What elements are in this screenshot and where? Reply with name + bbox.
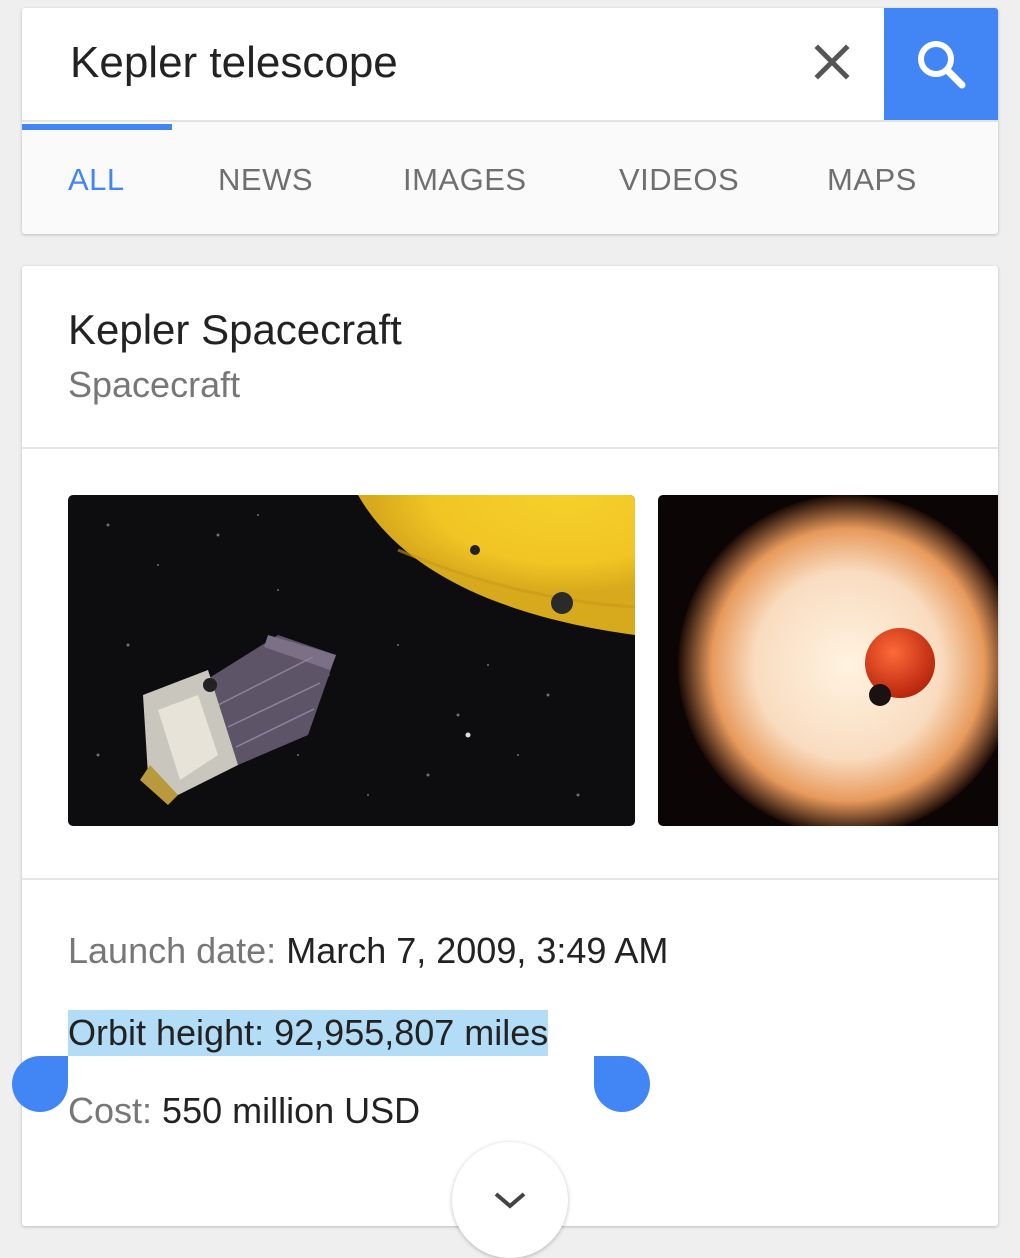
tab-maps[interactable]: MAPS [827,162,917,198]
divider [22,878,998,880]
launch-date-value: March 7, 2009, 3:49 AM [286,930,669,971]
close-icon [814,44,850,80]
cost-value: 550 million USD [162,1090,421,1131]
expand-more-button[interactable] [452,1142,568,1258]
entity-subtitle: Spacecraft [68,364,241,405]
clear-search-button[interactable] [808,38,856,86]
star-illustration [658,495,998,826]
launch-date-label: Launch date: [68,930,277,971]
search-bar [22,8,998,122]
active-tab-indicator [22,124,172,130]
search-tabs: ALL NEWS IMAGES VIDEOS MAPS [22,122,998,234]
search-icon [918,41,966,89]
orbit-height-label: Orbit height: [68,1012,265,1053]
selection-handle-start[interactable] [12,1056,68,1112]
search-input[interactable] [70,38,770,88]
cost-label: Cost: [68,1090,153,1131]
tab-news[interactable]: NEWS [218,162,313,198]
divider [22,447,998,449]
red-planet-star-image[interactable] [658,495,998,826]
launch-date-fact: Launch date: March 7, 2009, 3:49 AM [68,930,668,972]
search-header: ALL NEWS IMAGES VIDEOS MAPS [22,8,998,234]
chevron-down-icon [494,1192,526,1209]
entity-title: Kepler Spacecraft [68,306,402,353]
orbit-height-fact[interactable]: Orbit height: 92,955,807 miles [68,1010,549,1056]
cost-fact: Cost: 550 million USD [68,1090,420,1132]
selection-handle-end[interactable] [594,1056,650,1112]
knowledge-panel: Kepler Spacecraft Spacecraft Launch date… [22,266,998,1226]
search-button[interactable] [884,8,998,120]
tab-images[interactable]: IMAGES [403,162,527,198]
spacecraft-image[interactable] [68,495,635,826]
tab-all[interactable]: ALL [68,162,125,198]
orbit-height-value: 92,955,807 miles [274,1012,549,1053]
spacecraft-illustration [68,495,635,826]
tab-videos[interactable]: VIDEOS [619,162,739,198]
